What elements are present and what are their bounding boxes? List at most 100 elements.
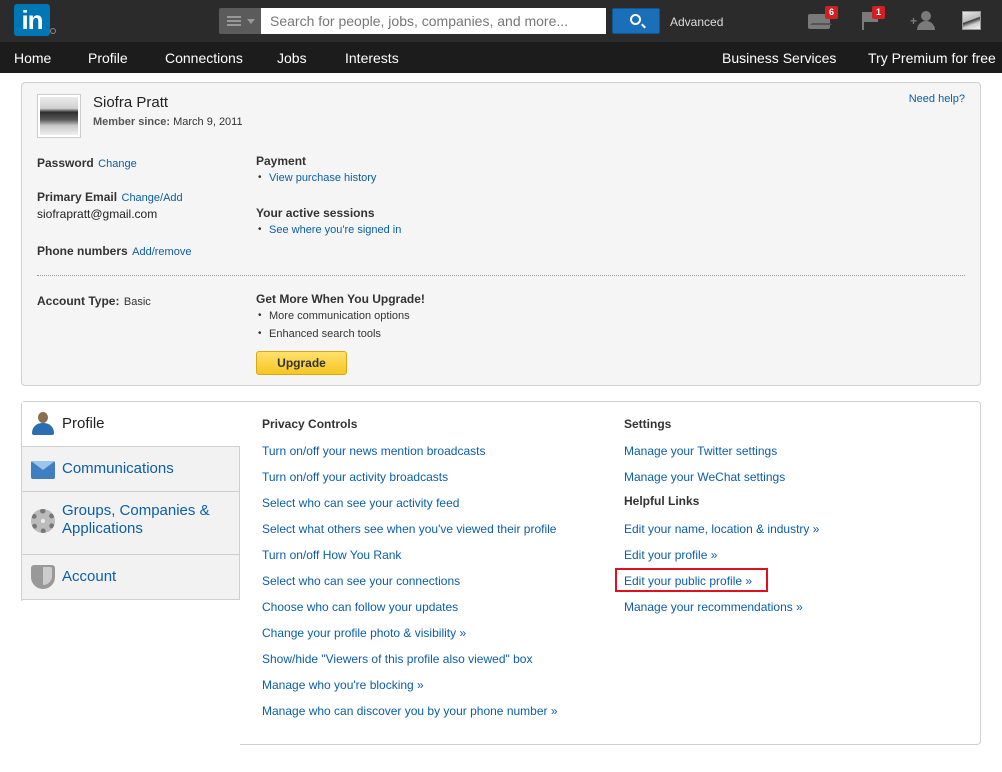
- nav-connections[interactable]: Connections: [165, 50, 243, 66]
- settings-list: Manage your Twitter settings Manage your…: [624, 443, 785, 495]
- search-icon: [630, 14, 641, 25]
- upgrade-benefits: More communication options Enhanced sear…: [256, 307, 425, 343]
- tab-profile-label: Profile: [62, 415, 105, 432]
- main-nav: Home Profile Connections Jobs Interests …: [0, 42, 1002, 73]
- divider: [37, 275, 965, 276]
- menu-icon: [227, 16, 241, 26]
- list-item[interactable]: Select who can see your activity feed: [262, 495, 558, 521]
- list-item[interactable]: Change your profile photo & visibility »: [262, 625, 558, 651]
- list-item[interactable]: Turn on/off How You Rank: [262, 547, 558, 573]
- notifications-button[interactable]: 1: [860, 6, 885, 34]
- person-icon-body: [32, 423, 54, 435]
- list-item[interactable]: Manage who can discover you by your phon…: [262, 703, 558, 729]
- add-remove-phone-link[interactable]: Add/remove: [132, 246, 191, 258]
- messages-button[interactable]: 6: [808, 6, 838, 34]
- linkedin-logo[interactable]: in: [14, 4, 50, 36]
- email-row: Primary Email Change/Add: [37, 188, 183, 206]
- need-help-link[interactable]: Need help?: [909, 93, 965, 105]
- account-summary-card: Siofra Pratt Member since: March 9, 2011…: [21, 82, 981, 386]
- privacy-controls-heading: Privacy Controls: [262, 417, 358, 431]
- list-item[interactable]: Turn on/off your activity broadcasts: [262, 469, 558, 495]
- upgrade-heading: Get More When You Upgrade!: [256, 292, 425, 306]
- account-type: Account Type: Basic: [37, 292, 151, 310]
- list-item[interactable]: Select what others see when you've viewe…: [262, 521, 558, 547]
- list-item[interactable]: Manage your Twitter settings: [624, 443, 785, 469]
- list-item[interactable]: Select who can see your connections: [262, 573, 558, 599]
- top-bar: in Advanced 6 1 +: [0, 0, 1002, 42]
- add-user-icon-body: [917, 21, 935, 30]
- messages-count-badge: 6: [825, 6, 838, 19]
- registered-mark-icon: [50, 28, 56, 34]
- tab-groups-companies-applications[interactable]: Groups, Companies & Applications: [22, 492, 240, 555]
- tab-account-label: Account: [62, 568, 117, 585]
- shield-icon: [31, 565, 55, 589]
- advanced-search-link[interactable]: Advanced: [670, 15, 723, 29]
- list-item[interactable]: Manage your recommendations »: [624, 599, 819, 625]
- payment-links: View purchase history: [256, 169, 376, 187]
- sessions-links: See where you're signed in: [256, 221, 401, 239]
- plus-icon: +: [910, 14, 918, 28]
- add-connections-button[interactable]: +: [910, 8, 936, 34]
- list-item: Enhanced search tools: [256, 325, 425, 343]
- tab-groups-label: Groups, Companies & Applications: [62, 502, 210, 537]
- chevron-down-icon: [247, 19, 255, 24]
- password-label: Password: [37, 156, 94, 170]
- list-item[interactable]: Manage your WeChat settings: [624, 469, 785, 495]
- member-since-value: March 9, 2011: [173, 116, 243, 128]
- avatar[interactable]: [962, 11, 981, 30]
- account-type-value: Basic: [123, 296, 151, 308]
- upgrade-button[interactable]: Upgrade: [256, 351, 347, 375]
- change-email-link[interactable]: Change/Add: [122, 192, 183, 204]
- notifications-count-badge: 1: [872, 6, 885, 19]
- tab-profile[interactable]: Profile: [22, 402, 240, 447]
- settings-heading: Settings: [624, 417, 672, 431]
- person-icon: [31, 412, 55, 436]
- search-input[interactable]: [261, 8, 606, 34]
- list-item: More communication options: [256, 307, 425, 325]
- envelope-icon: [31, 461, 55, 479]
- phone-row: Phone numbers Add/remove: [37, 242, 191, 260]
- payment-label: Payment: [256, 154, 307, 168]
- member-since-label: Member since:: [93, 116, 171, 128]
- privacy-controls-list: Turn on/off your news mention broadcasts…: [262, 443, 558, 729]
- list-item[interactable]: Turn on/off your news mention broadcasts: [262, 443, 558, 469]
- nav-interests[interactable]: Interests: [345, 50, 399, 66]
- nav-jobs[interactable]: Jobs: [277, 50, 307, 66]
- password-row: Password Change: [37, 154, 137, 172]
- search-button[interactable]: [612, 8, 660, 34]
- tab-account[interactable]: Account: [22, 555, 240, 600]
- nav-profile[interactable]: Profile: [88, 50, 128, 66]
- settings-panel: Profile Communications Groups, Companies…: [21, 401, 981, 747]
- nav-business-services[interactable]: Business Services: [722, 50, 836, 66]
- user-name: Siofra Pratt: [93, 94, 169, 111]
- list-item[interactable]: Manage who you're blocking »: [262, 677, 558, 703]
- see-signed-in-link[interactable]: See where you're signed in: [256, 221, 401, 239]
- nav-home[interactable]: Home: [14, 50, 51, 66]
- settings-tabs: Profile Communications Groups, Companies…: [22, 402, 240, 600]
- gear-icon: [31, 509, 55, 533]
- payment-section: Payment View purchase history: [256, 154, 376, 187]
- add-user-icon: [921, 11, 931, 21]
- view-purchase-history-link[interactable]: View purchase history: [256, 169, 376, 187]
- helpful-links-heading: Helpful Links: [624, 494, 700, 508]
- sessions-section: Your active sessions See where you're si…: [256, 206, 401, 239]
- primary-email-label: Primary Email: [37, 190, 118, 204]
- email-value: siofrapratt@gmail.com: [37, 207, 158, 221]
- tab-communications-label: Communications: [62, 460, 174, 477]
- list-item[interactable]: Edit your name, location & industry »: [624, 521, 819, 547]
- highlight-annotation: [615, 568, 768, 592]
- phone-numbers-label: Phone numbers: [37, 244, 128, 258]
- tab-communications[interactable]: Communications: [22, 447, 240, 492]
- person-icon-head: [38, 412, 48, 423]
- list-item[interactable]: Choose who can follow your updates: [262, 599, 558, 625]
- member-since: Member since: March 9, 2011: [93, 116, 243, 128]
- active-sessions-label: Your active sessions: [256, 206, 375, 220]
- blank-area: [21, 601, 240, 747]
- search-category-dropdown[interactable]: [219, 8, 261, 34]
- profile-photo[interactable]: [37, 94, 81, 138]
- nav-try-premium[interactable]: Try Premium for free: [868, 50, 996, 66]
- account-type-label: Account Type:: [37, 294, 120, 308]
- profile-photo-image: [40, 97, 78, 135]
- change-password-link[interactable]: Change: [98, 158, 137, 170]
- list-item[interactable]: Show/hide "Viewers of this profile also …: [262, 651, 558, 677]
